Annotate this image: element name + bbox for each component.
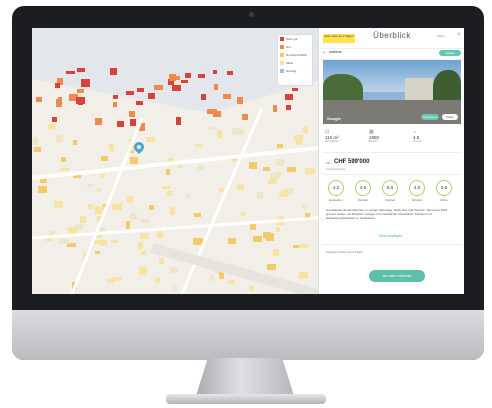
score-ring: 5.0 [382,180,398,196]
share-link[interactable]: Teilen [437,34,445,38]
score-shopping: 4.2 Einkaufen [325,180,347,202]
legend-swatch [280,69,284,73]
price-label: Angebotspreis [326,167,346,171]
price-value: CHF 599'000 [334,159,370,165]
legend-label: Günstig [286,69,297,73]
location-pin-dot [137,145,141,149]
score-ring: 4.2 [328,180,344,196]
legend-label: Gut [286,45,291,49]
score-label: Ruhe [440,198,448,202]
screen: Sehr gut Gut Durchschnittlich Mittel Gün… [32,28,464,294]
legend-label: Sehr gut [286,37,298,41]
fact-rooms: ⌂ 4.5 Zimmer [413,129,453,143]
photo-tree [433,70,461,104]
score-label: Verkehr [357,198,369,202]
score-label: Einkaufen [329,198,343,202]
streetview-button[interactable]: Streetview [421,114,439,120]
divider [323,152,461,153]
score-ring: 4.0 [409,180,425,196]
score-schools: 4.0 Schulen [406,180,428,202]
score-label: Schulen [411,198,423,202]
map-button[interactable]: Karte [442,114,458,120]
score-leisure: 5.0 Freizeit [379,180,401,202]
road-layer [32,107,318,294]
score-ring: 3.6 [436,180,452,196]
fact-label: Zimmer [413,140,422,143]
status-badge: Jetzt mehr zu 2 Tagen [323,34,355,43]
show-more-link[interactable]: Mehr anzeigen [379,234,402,238]
google-logo: Google [327,116,341,121]
legend-swatch [280,53,284,57]
divider [323,174,461,175]
divider [323,244,461,245]
fact-label: Wohnfläche [325,140,339,143]
score-ring: 4.5 [355,180,371,196]
legend-swatch [280,37,284,41]
score-quiet: 3.6 Ruhe [433,180,455,202]
road-wide [150,243,318,294]
legend-swatch [280,45,284,49]
camera-icon [249,12,254,17]
interest-button[interactable]: Ich habe Interesse [369,270,425,282]
road-diagonal [70,117,144,294]
online-since-text: Angebot online seit 4 Tagen [326,250,363,254]
price-prefix: ca. [326,161,331,165]
facts-row: ⊡ 115 m² Wohnfläche ▦ 1950 Baujahr ⌂ 4.5… [323,129,461,145]
close-icon[interactable]: × [457,32,461,38]
legend-swatch [280,61,284,65]
pin-icon: ⌖ [323,50,326,55]
road-south [32,216,318,240]
monitor-chin [12,310,484,360]
panel-title: Überblick [373,31,411,40]
description-text: Gemütliches Einfamilienhaus in ruhiger W… [326,208,449,220]
monitor-stand [196,358,294,396]
property-panel: Jetzt mehr zu 2 Tagen Überblick Teilen ×… [318,28,464,294]
score-traffic: 4.5 Verkehr [352,180,374,202]
address-text: address [329,50,342,54]
fact-label: Baujahr [369,140,378,143]
road-main [32,146,318,180]
legend-label: Durchschnittlich [286,53,308,57]
street-photo[interactable]: Google Streetview Karte [323,60,461,124]
fact-area: ⊡ 115 m² Wohnfläche [325,129,365,143]
map-legend: Sehr gut Gut Durchschnittlich Mittel Gün… [277,34,313,86]
legend-label: Mittel [286,61,294,65]
monitor-foot [166,394,326,404]
map[interactable]: Sehr gut Gut Durchschnittlich Mittel Gün… [32,28,318,294]
fact-year: ▦ 1950 Baujahr [369,129,409,143]
details-button[interactable]: Details anzeigen [439,49,461,61]
score-label: Freizeit [385,198,395,202]
photo-road [323,100,461,124]
